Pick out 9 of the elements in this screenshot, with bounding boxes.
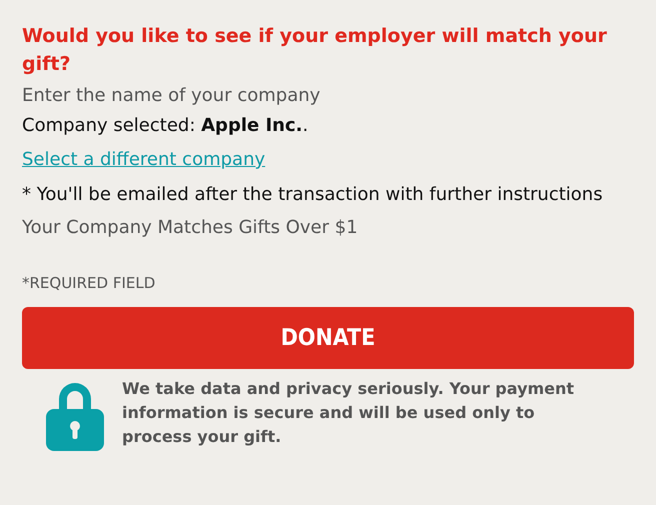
required-field-note: *REQUIRED FIELD [22, 273, 156, 293]
match-question: Would you like to see if your employer will match your gift? [22, 24, 608, 77]
company-prompt: Enter the name of your company [22, 84, 322, 108]
select-company-link[interactable]: Select a different company [22, 145, 266, 175]
match-info: Your Company Matches Gifts Over $1 [22, 216, 359, 240]
privacy-note: We take data and privacy seriously. Your payment information is secure and will be used only to process your gift. [122, 378, 576, 448]
donate-button[interactable]: DONATE [22, 307, 634, 369]
company-selected-text: Company selected: Apple Inc.. [22, 114, 310, 138]
email-note: * You'll be emailed after the transaction with further instructions [22, 183, 604, 207]
